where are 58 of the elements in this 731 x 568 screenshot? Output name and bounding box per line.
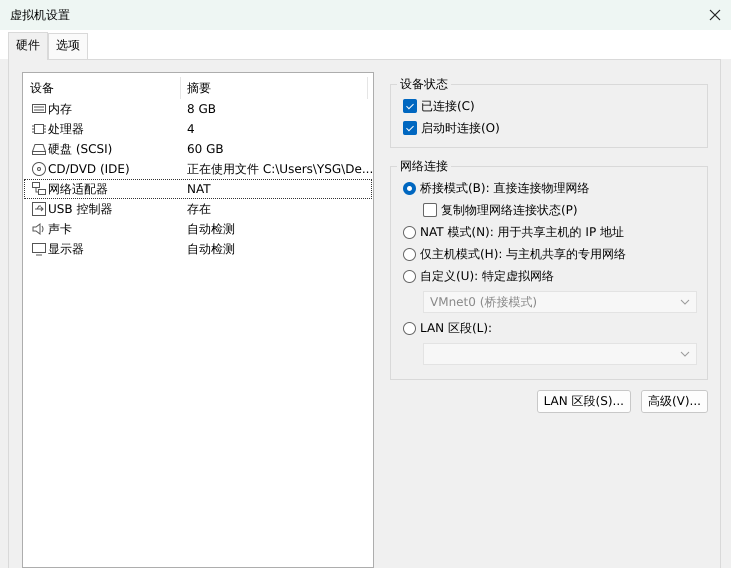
device-summary: 60 GB	[186, 142, 224, 156]
checkbox[interactable]	[403, 99, 417, 113]
radio-button[interactable]	[403, 226, 416, 238]
device-summary: 正在使用文件 C:\Users\YSG\De...	[186, 160, 374, 178]
device-row[interactable]: 处理器 4	[24, 119, 372, 139]
group-title: 设备状态	[399, 76, 449, 93]
device-row[interactable]: 显示器 自动检测	[24, 239, 372, 259]
device-row[interactable]: 内存 8 GB	[24, 99, 372, 119]
radio-label: NAT 模式(N): 用于共享主机的 IP 地址	[420, 224, 624, 240]
device-row[interactable]: 硬盘 (SCSI) 60 GB	[24, 139, 372, 159]
device-name: 显示器	[48, 240, 84, 258]
device-summary: 8 GB	[186, 102, 216, 116]
device-name: 内存	[48, 100, 72, 118]
device-summary: 存在	[186, 200, 211, 218]
device-name: 声卡	[48, 220, 72, 238]
checkbox-label: 已连接(C)	[421, 98, 475, 114]
column-header[interactable]: 摘要	[181, 77, 368, 99]
device-row[interactable]: 声卡 自动检测	[24, 219, 372, 239]
device-summary: 4	[186, 122, 195, 136]
radio-button[interactable]	[403, 270, 416, 282]
disc-icon	[31, 161, 47, 177]
chip-icon	[31, 121, 47, 137]
radio-label: 仅主机模式(H): 与主机共享的专用网络	[420, 246, 626, 262]
radio-label: 桥接模式(B): 直接连接物理网络	[420, 180, 590, 196]
device-name: 网络适配器	[48, 180, 108, 198]
device-name: 硬盘 (SCSI)	[48, 140, 112, 158]
drive-icon	[31, 141, 47, 157]
checkbox-label: 复制物理网络连接状态(P)	[441, 202, 578, 218]
dialog-button[interactable]: 高级(V)...	[640, 390, 708, 413]
radio-button[interactable]	[403, 322, 416, 334]
checkbox[interactable]	[403, 121, 417, 135]
device-row[interactable]: CD/DVD (IDE) 正在使用文件 C:\Users\YSG\De...	[24, 159, 372, 179]
device-name: USB 控制器	[48, 200, 112, 218]
window-title: 虚拟机设置	[10, 6, 70, 24]
checkbox[interactable]	[423, 203, 437, 217]
chevron-down-icon	[680, 351, 690, 357]
device-name: 处理器	[48, 120, 84, 138]
device-summary: NAT	[186, 182, 211, 196]
column-header[interactable]: 设备	[24, 77, 181, 99]
radio-button[interactable]	[403, 182, 416, 194]
checkbox-label: 启动时连接(O)	[421, 120, 500, 136]
device-summary: 自动检测	[186, 240, 235, 258]
device-row[interactable]: 网络适配器 NAT	[24, 179, 372, 199]
device-name: CD/DVD (IDE)	[48, 162, 130, 176]
close-icon[interactable]	[709, 9, 721, 21]
group-title: 网络连接	[399, 158, 449, 175]
radio-label: LAN 区段(L):	[420, 320, 492, 336]
network-icon	[31, 181, 47, 197]
radio-button[interactable]	[403, 248, 416, 260]
tab[interactable]: 硬件	[8, 32, 48, 60]
device-row[interactable]: USB 控制器 存在	[24, 199, 372, 219]
usb-icon	[31, 201, 47, 217]
dialog-button[interactable]: LAN 区段(S)...	[536, 390, 631, 413]
monitor-icon	[31, 241, 47, 257]
chevron-down-icon	[680, 299, 690, 305]
tab[interactable]: 选项	[48, 33, 88, 59]
radio-label: 自定义(U): 特定虚拟网络	[420, 268, 554, 284]
device-summary: 自动检测	[186, 220, 235, 238]
